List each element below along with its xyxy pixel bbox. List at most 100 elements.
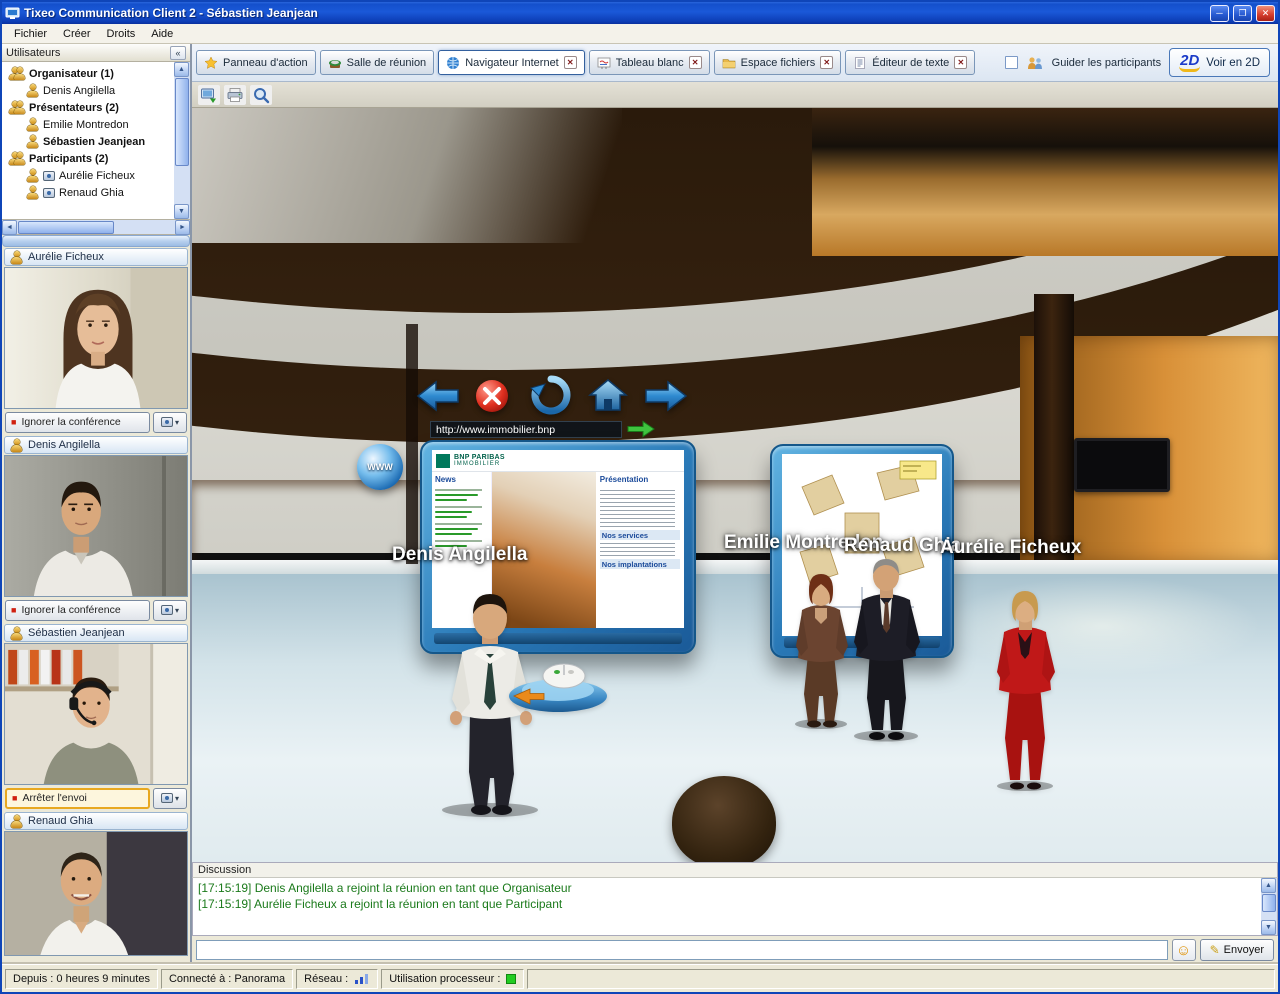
tab-espace-fichiers[interactable]: Espace fichiers ✕ [713,50,842,75]
application-window: { "window": { "title": "Tixeo Communicat… [0,0,1280,994]
tree-user-sebastien[interactable]: Sébastien Jeanjean [4,133,172,150]
capture-screen-button[interactable] [198,84,220,105]
view-2d-button[interactable]: 2D Voir en 2D [1169,48,1270,77]
sidebar-splitter[interactable] [2,235,190,247]
guide-checkbox[interactable] [1004,56,1018,69]
url-bar[interactable]: http://www.immobilier.bnp [430,421,622,438]
tree-vertical-scrollbar[interactable]: ▲ ▼ [174,62,190,219]
tree-group-label: Participants (2) [29,152,109,165]
group-icon [8,152,25,165]
video-header-sebastien[interactable]: Sébastien Jeanjean [4,624,188,642]
video-feed-aurelie [4,267,188,409]
tab-label: Tableau blanc [615,56,684,69]
tab-navigateur-internet[interactable]: Navigateur Internet ✕ [438,50,585,75]
stop-sending-button[interactable]: ■ Arrêter l'envoi [5,787,150,809]
camera-menu-button[interactable]: ▾ [153,599,187,621]
avatar-renaud[interactable] [844,546,928,742]
tab-close-icon[interactable]: ✕ [954,56,968,69]
scroll-up-arrow[interactable]: ▲ [174,62,189,77]
3d-viewport[interactable]: WWW http://www.immobilier.bnp BNP PARIBA… [192,108,1278,862]
tree-horizontal-scrollbar[interactable]: ◄ ► [2,219,190,235]
minimize-button[interactable]: ─ [1210,4,1229,22]
video-image [5,644,187,784]
tab-editeur-texte[interactable]: Éditeur de texte ✕ [845,50,976,75]
tree-group-label: Présentateurs (2) [29,101,119,114]
tab-close-icon[interactable]: ✕ [820,56,834,69]
menu-aide[interactable]: Aide [143,26,181,42]
tree-group-participants[interactable]: Participants (2) [4,150,172,167]
tree-user-renaud[interactable]: Renaud Ghia [4,184,172,201]
video-header-denis[interactable]: Denis Angilella [4,436,188,454]
camera-menu-button[interactable]: ▾ [153,787,187,809]
scene-warm-wall [812,108,1278,256]
tab-tableau-blanc[interactable]: Tableau blanc ✕ [588,50,710,75]
screen-capture-icon [201,88,216,103]
browser-forward-button[interactable] [644,380,688,412]
tab-label: Salle de réunion [346,56,427,69]
scroll-down-arrow[interactable]: ▼ [174,204,189,219]
scroll-thumb[interactable] [18,220,114,234]
tab-panneau-action[interactable]: Panneau d'action [196,50,316,75]
web-globe-icon[interactable]: WWW [357,444,403,490]
video-header-renaud[interactable]: Renaud Ghia [4,812,188,830]
tree-user-aurelie[interactable]: Aurélie Ficheux [4,167,172,184]
avatar-aurelie[interactable] [988,574,1062,792]
tab-label: Espace fichiers [740,56,816,69]
menu-fichier[interactable]: Fichier [6,26,55,42]
scroll-thumb[interactable] [175,78,189,166]
browser-refresh-button[interactable] [530,374,572,416]
menu-creer[interactable]: Créer [55,26,99,42]
send-button[interactable]: ✎ Envoyer [1199,939,1274,961]
globe-icon [447,56,460,69]
group-icon [8,101,25,114]
scroll-left-arrow[interactable]: ◄ [2,219,17,235]
video-feed-denis [4,455,188,597]
brand-line1: BNP PARIBAS [454,453,505,461]
tree-user-emilie[interactable]: Emilie Montredon [4,116,172,133]
user-icon [26,135,39,148]
browser-home-button[interactable] [588,378,628,412]
print-button[interactable] [224,84,246,105]
sidebar-collapse-button[interactable]: « [170,45,186,60]
dropdown-arrow-icon: ▾ [174,605,179,615]
browser-back-button[interactable] [416,380,460,412]
close-button[interactable]: ✕ [1256,4,1275,22]
video-header-aurelie[interactable]: Aurélie Ficheux [4,248,188,266]
scroll-down-arrow[interactable]: ▼ [1261,920,1276,935]
tab-close-icon[interactable]: ✕ [563,56,577,69]
tab-salle-reunion[interactable]: Salle de réunion [319,50,435,75]
scroll-thumb[interactable] [1262,894,1276,912]
stop-icon: ■ [11,604,17,615]
tree-user-denis[interactable]: Denis Angilella [4,82,172,99]
scroll-right-arrow[interactable]: ► [175,219,190,235]
browser-close-button[interactable] [474,378,510,414]
tree-group-organisateur[interactable]: Organisateur (1) [4,65,172,82]
ignore-conference-button[interactable]: ■ Ignorer la conférence [5,599,150,621]
ignore-conference-button[interactable]: ■ Ignorer la conférence [5,411,150,433]
menu-droits[interactable]: Droits [99,26,144,42]
titlebar: Tixeo Communication Client 2 - Sébastien… [2,2,1278,24]
viewport-toolbar [192,82,1278,108]
brand-line2: IMMOBILIER [454,461,501,468]
url-go-arrow[interactable] [626,420,656,438]
magnifier-icon [254,87,270,103]
camera-icon [160,605,173,615]
tree-group-presentateurs[interactable]: Présentateurs (2) [4,99,172,116]
chat-input[interactable] [196,940,1168,960]
chat-scrollbar[interactable]: ▲ ▼ [1261,878,1277,935]
wall-screen [1074,438,1170,492]
camera-menu-button[interactable]: ▾ [153,411,187,433]
tab-close-icon[interactable]: ✕ [688,56,702,69]
scroll-up-arrow[interactable]: ▲ [1261,878,1276,893]
tabbar-right-controls: Guider les participants 2D Voir en 2D [1004,48,1274,77]
user-icon [26,118,39,131]
meeting-room-icon [328,59,341,68]
emoticon-button[interactable]: ☺ [1171,939,1196,961]
network-label: Réseau : [304,972,349,985]
news-heading: News [435,475,456,484]
mouse-pointer-object[interactable] [506,648,610,716]
video-controls-aurelie: ■ Ignorer la conférence ▾ [2,409,190,435]
zoom-button[interactable] [250,84,272,105]
restore-button[interactable]: ❐ [1233,4,1252,22]
stop-sending-label: Arrêter l'envoi [22,792,87,804]
